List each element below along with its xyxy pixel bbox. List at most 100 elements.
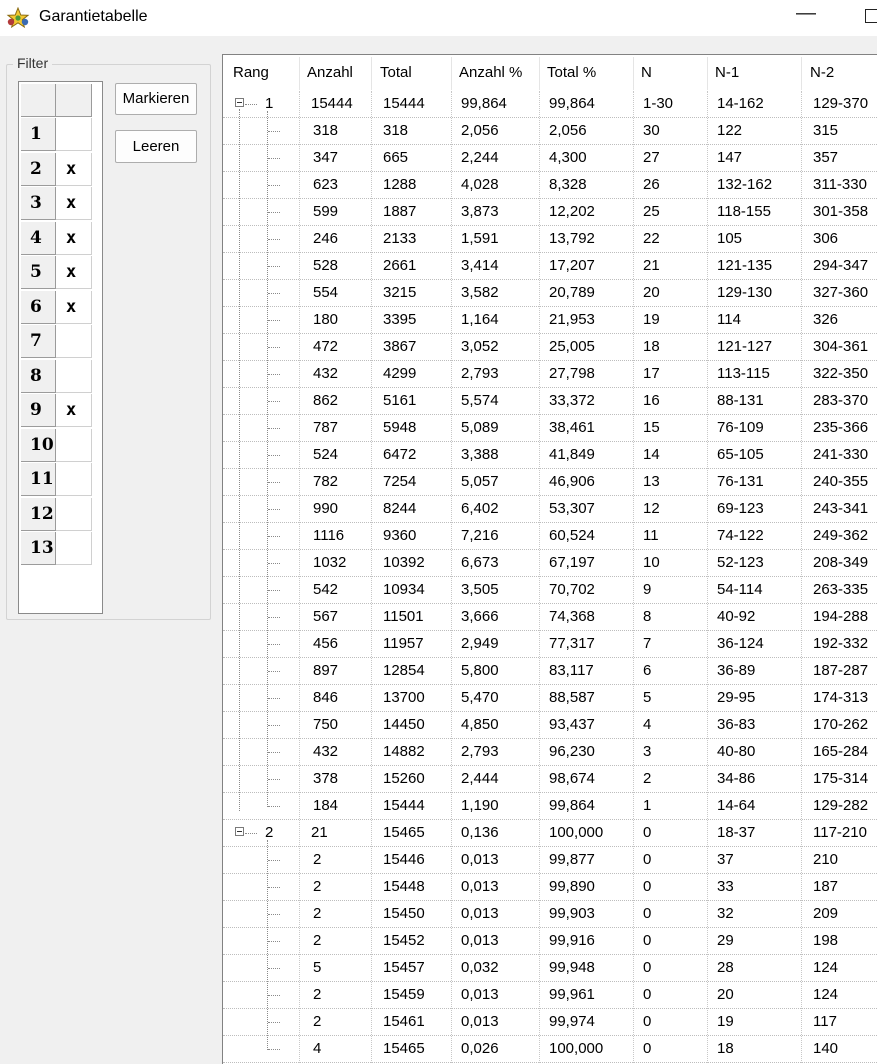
filter-row-mark[interactable]: x bbox=[56, 152, 92, 186]
filter-row-mark[interactable]: x bbox=[56, 187, 92, 220]
column-header-anzahl-pct[interactable]: Anzahl % bbox=[459, 64, 522, 81]
table-cell: 174-313 bbox=[813, 689, 869, 706]
filter-row-header[interactable]: 7 bbox=[21, 325, 56, 358]
table-row[interactable]: 846 13700 5,470 88,587 5 29-95 174-313 bbox=[223, 685, 877, 712]
filter-row-mark[interactable] bbox=[56, 359, 92, 393]
table-row[interactable]: 318 318 2,056 2,056 30 122 315 bbox=[223, 118, 877, 145]
table-row[interactable]: 2 15450 0,013 99,903 0 32 209 bbox=[223, 901, 877, 928]
filter-grid[interactable]: 1 2 x 3 x 4 x 5 x 6 x 7 8 9 x 10 11 12 13 bbox=[18, 81, 103, 614]
filter-row-mark[interactable] bbox=[56, 118, 92, 151]
filter-row-header[interactable]: 9 bbox=[21, 394, 56, 427]
mark-button[interactable]: Markieren bbox=[115, 83, 197, 115]
table-row[interactable]: 184 15444 1,190 99,864 1 14-64 129-282 bbox=[223, 793, 877, 820]
table-row[interactable]: 5 15457 0,032 99,948 0 28 124 bbox=[223, 955, 877, 982]
column-header-divider[interactable] bbox=[707, 57, 708, 90]
collapse-icon[interactable] bbox=[235, 98, 244, 107]
column-header-n-1[interactable]: N-1 bbox=[715, 64, 739, 81]
tree-connector bbox=[268, 806, 280, 807]
table-cell: 5,800 bbox=[461, 662, 499, 679]
table-cell: 311-330 bbox=[813, 176, 867, 193]
clear-button[interactable]: Leeren bbox=[115, 130, 197, 163]
table-row[interactable]: 2 15448 0,013 99,890 0 33 187 bbox=[223, 874, 877, 901]
table-row[interactable]: 2 15459 0,013 99,961 0 20 124 bbox=[223, 982, 877, 1009]
table-cell: 37 bbox=[717, 851, 734, 868]
filter-row-header[interactable]: 13 bbox=[21, 532, 56, 565]
table-row[interactable]: 750 14450 4,850 93,437 4 36-83 170-262 bbox=[223, 712, 877, 739]
table-row[interactable]: 347 665 2,244 4,300 27 147 357 bbox=[223, 145, 877, 172]
column-header-n-2[interactable]: N-2 bbox=[810, 64, 834, 81]
table-cell: 665 bbox=[383, 149, 409, 166]
filter-row-header[interactable]: 3 bbox=[21, 187, 56, 220]
filter-row-mark[interactable] bbox=[56, 532, 92, 565]
table-cell: 54-114 bbox=[717, 581, 763, 598]
column-header-divider[interactable] bbox=[451, 57, 452, 90]
group-row[interactable]: 1 15444 15444 99,864 99,864 1-30 14-162 129-370 bbox=[223, 91, 877, 118]
filter-row-header[interactable]: 2 bbox=[21, 152, 56, 186]
table-row[interactable]: 554 3215 3,582 20,789 20 129-130 327-360 bbox=[223, 280, 877, 307]
table-row[interactable]: 787 5948 5,089 38,461 15 76-109 235-366 bbox=[223, 415, 877, 442]
table-row[interactable]: 862 5161 5,574 33,372 16 88-131 283-370 bbox=[223, 388, 877, 415]
column-header-total-pct[interactable]: Total % bbox=[547, 64, 596, 81]
table-row[interactable]: 2 15452 0,013 99,916 0 29 198 bbox=[223, 928, 877, 955]
table-row[interactable]: 180 3395 1,164 21,953 19 114 326 bbox=[223, 307, 877, 334]
filter-row-header[interactable]: 4 bbox=[21, 221, 56, 255]
column-header-divider[interactable] bbox=[539, 57, 540, 90]
table-row[interactable]: 456 11957 2,949 77,317 7 36-124 192-332 bbox=[223, 631, 877, 658]
filter-row-header[interactable]: 8 bbox=[21, 359, 56, 393]
table-row[interactable]: 2 15461 0,013 99,974 0 19 117 bbox=[223, 1009, 877, 1036]
table-row[interactable]: 782 7254 5,057 46,906 13 76-131 240-355 bbox=[223, 469, 877, 496]
filter-row-header[interactable]: 10 bbox=[21, 428, 56, 462]
table-cell: 0,013 bbox=[461, 905, 499, 922]
column-header-divider[interactable] bbox=[633, 57, 634, 90]
table-row[interactable]: 246 2133 1,591 13,792 22 105 306 bbox=[223, 226, 877, 253]
table-cell: 241-330 bbox=[813, 446, 869, 463]
table-row[interactable]: 432 14882 2,793 96,230 3 40-80 165-284 bbox=[223, 739, 877, 766]
filter-row-header[interactable]: 11 bbox=[21, 463, 56, 496]
table-row[interactable]: 432 4299 2,793 27,798 17 113-115 322-350 bbox=[223, 361, 877, 388]
filter-row-mark[interactable] bbox=[56, 325, 92, 358]
table-cell: 88-131 bbox=[717, 392, 764, 409]
column-header-divider[interactable] bbox=[801, 57, 802, 90]
filter-row-mark[interactable] bbox=[56, 463, 92, 496]
table-row[interactable]: 472 3867 3,052 25,005 18 121-127 304-361 bbox=[223, 334, 877, 361]
column-header-anzahl[interactable]: Anzahl bbox=[307, 64, 353, 81]
table-row[interactable]: 567 11501 3,666 74,368 8 40-92 194-288 bbox=[223, 604, 877, 631]
table-row[interactable]: 2 15446 0,013 99,877 0 37 210 bbox=[223, 847, 877, 874]
collapse-icon[interactable] bbox=[235, 827, 244, 836]
column-header-divider[interactable] bbox=[299, 57, 300, 90]
table-row[interactable]: 524 6472 3,388 41,849 14 65-105 241-330 bbox=[223, 442, 877, 469]
column-header-divider[interactable] bbox=[371, 57, 372, 90]
table-cell: 15444 bbox=[383, 95, 425, 112]
rang-cell: 2 bbox=[265, 824, 274, 841]
group-row[interactable]: 2 21 15465 0,136 100,000 0 18-37 117-210 bbox=[223, 820, 877, 847]
column-header-n[interactable]: N bbox=[641, 64, 652, 81]
table-cell: 0 bbox=[643, 878, 652, 895]
table-row[interactable]: 4 15465 0,026 100,000 0 18 140 bbox=[223, 1036, 877, 1063]
filter-row-header[interactable]: 1 bbox=[21, 118, 56, 151]
table-row[interactable]: 1032 10392 6,673 67,197 10 52-123 208-349 bbox=[223, 550, 877, 577]
column-header-rang[interactable]: Rang bbox=[233, 64, 269, 81]
table-row[interactable]: 528 2661 3,414 17,207 21 121-135 294-347 bbox=[223, 253, 877, 280]
table-row[interactable]: 990 8244 6,402 53,307 12 69-123 243-341 bbox=[223, 496, 877, 523]
table-row[interactable]: 542 10934 3,505 70,702 9 54-114 263-335 bbox=[223, 577, 877, 604]
table-row[interactable]: 378 15260 2,444 98,674 2 34-86 175-314 bbox=[223, 766, 877, 793]
filter-row-mark[interactable]: x bbox=[56, 394, 92, 427]
maximize-button[interactable] bbox=[865, 9, 877, 23]
table-row[interactable]: 1116 9360 7,216 60,524 11 74-122 249-362 bbox=[223, 523, 877, 550]
minimize-button[interactable]: — bbox=[796, 2, 816, 25]
table-row[interactable]: 599 1887 3,873 12,202 25 118-155 301-358 bbox=[223, 199, 877, 226]
filter-row-header[interactable]: 12 bbox=[21, 497, 56, 531]
filter-row-header[interactable]: 5 bbox=[21, 256, 56, 289]
filter-row-mark[interactable]: x bbox=[56, 256, 92, 289]
guarantee-tree-table[interactable]: Rang Anzahl Total Anzahl % Total % N N-1 N-2 11… bbox=[222, 54, 877, 1064]
filter-row-mark[interactable]: x bbox=[56, 221, 92, 255]
filter-row-mark[interactable] bbox=[56, 428, 92, 462]
column-header-total[interactable]: Total bbox=[380, 64, 412, 81]
filter-row-mark[interactable]: x bbox=[56, 290, 92, 324]
table-cell: 327-360 bbox=[813, 284, 869, 301]
table-row[interactable]: 897 12854 5,800 83,117 6 36-89 187-287 bbox=[223, 658, 877, 685]
table-cell: 117 bbox=[813, 1013, 837, 1030]
table-row[interactable]: 623 1288 4,028 8,328 26 132-162 311-330 bbox=[223, 172, 877, 199]
filter-row-mark[interactable] bbox=[56, 497, 92, 531]
filter-row-header[interactable]: 6 bbox=[21, 290, 56, 324]
